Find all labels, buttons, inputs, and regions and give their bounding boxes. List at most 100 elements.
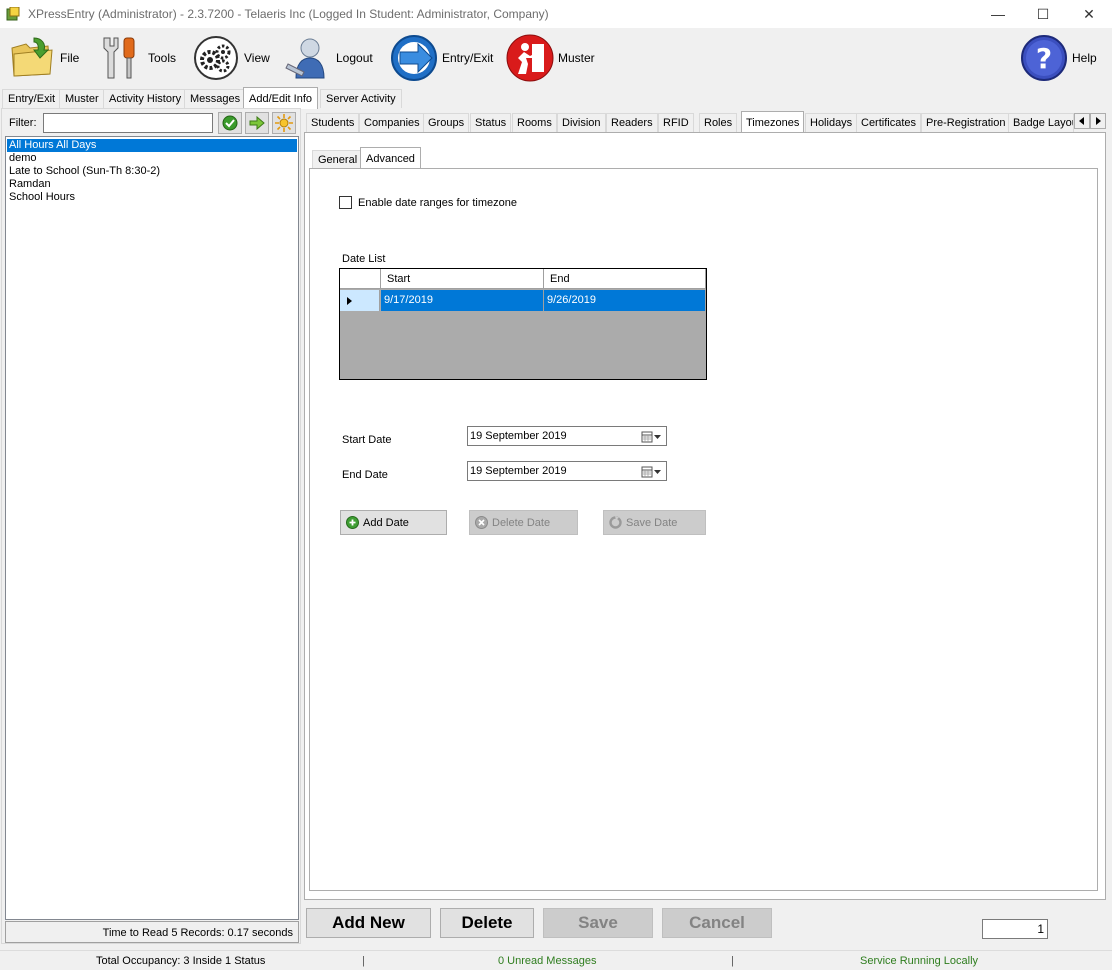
filter-input[interactable]	[43, 113, 213, 133]
tab-scroll-right[interactable]	[1090, 113, 1106, 129]
tab-rfid[interactable]: RFID	[658, 113, 694, 132]
end-date-picker[interactable]: 19 September 2019	[467, 461, 667, 481]
unread-messages-status[interactable]: 0 Unread Messages	[498, 955, 596, 967]
muster-button[interactable]: Muster	[506, 30, 595, 86]
tools-button[interactable]: Tools	[96, 30, 176, 86]
entry-exit-button[interactable]: Entry/Exit	[390, 30, 493, 86]
view-button[interactable]: View	[192, 30, 270, 86]
tools-label: Tools	[148, 51, 177, 65]
status-separator: |	[362, 955, 365, 967]
list-item[interactable]: School Hours	[7, 191, 75, 204]
apply-filter-button[interactable]	[218, 112, 242, 134]
tab-badge-layout[interactable]: Badge Layou	[1008, 113, 1074, 132]
tab-messages[interactable]: Messages	[184, 89, 247, 108]
end-date-label: End Date	[342, 469, 388, 481]
close-button[interactable]: ✕	[1066, 0, 1112, 28]
folder-icon	[11, 37, 53, 77]
svg-text:?: ?	[1036, 42, 1052, 75]
tools-icon	[103, 37, 135, 79]
entry-exit-arrow-icon	[391, 35, 437, 81]
service-status: Service Running Locally	[860, 955, 979, 967]
go-button[interactable]	[245, 112, 269, 134]
tab-muster[interactable]: Muster	[59, 89, 105, 108]
tab-division[interactable]: Division	[557, 113, 606, 132]
delete-date-label: Delete Date	[492, 516, 551, 529]
start-date-value: 19 September 2019	[470, 430, 567, 442]
refresh-icon	[609, 516, 622, 529]
help-icon: ?	[1021, 35, 1067, 81]
column-header-end[interactable]: End	[544, 269, 706, 289]
save-date-button[interactable]: Save Date	[603, 510, 706, 535]
arrow-right-small-icon	[1096, 117, 1101, 125]
read-time-text: Time to Read 5 Records: 0.17 seconds	[102, 927, 293, 939]
record-count-box[interactable]: 1	[982, 919, 1048, 939]
end-date-value: 19 September 2019	[470, 465, 567, 477]
tab-activity-history[interactable]: Activity History	[103, 89, 188, 108]
date-list-label: Date List	[342, 253, 386, 265]
title-bar: XPressEntry (Administrator) - 2.3.7200 -…	[0, 0, 1112, 28]
timezone-list[interactable]: All Hours All Days demo Late to School (…	[5, 136, 299, 920]
tab-general[interactable]: General	[312, 150, 364, 169]
tab-companies[interactable]: Companies	[359, 113, 425, 132]
check-icon	[222, 115, 238, 131]
calendar-dropdown-icon	[641, 430, 663, 443]
tab-readers[interactable]: Readers	[606, 113, 658, 132]
tab-scroll-left[interactable]	[1074, 113, 1090, 129]
help-button[interactable]: ? Help	[1020, 30, 1097, 86]
tab-rooms[interactable]: Rooms	[512, 113, 557, 132]
column-header-start[interactable]: Start	[381, 269, 544, 289]
logout-label: Logout	[336, 51, 373, 65]
app-icon	[6, 7, 20, 21]
file-label: File	[60, 51, 80, 65]
tab-students[interactable]: Students	[306, 113, 360, 132]
tab-entry-exit[interactable]: Entry/Exit	[2, 89, 62, 108]
tab-pre-registration[interactable]: Pre-Registration	[921, 113, 1011, 132]
add-icon	[346, 516, 359, 529]
tab-roles[interactable]: Roles	[699, 113, 738, 132]
window-title: XPressEntry (Administrator) - 2.3.7200 -…	[28, 7, 549, 21]
add-new-button[interactable]: Add New	[306, 908, 431, 938]
list-item[interactable]: All Hours All Days	[7, 139, 297, 152]
add-date-button[interactable]: Add Date	[340, 510, 447, 535]
list-item[interactable]: Late to School (Sun-Th 8:30-2)	[7, 165, 160, 178]
table-row[interactable]: 9/17/2019 9/26/2019	[340, 290, 706, 311]
start-cell[interactable]: 9/17/2019	[381, 290, 544, 311]
list-item[interactable]: demo	[7, 152, 37, 165]
arrow-right-icon	[249, 116, 265, 130]
tab-status[interactable]: Status	[470, 113, 512, 132]
new-item-button[interactable]	[272, 112, 296, 134]
tab-groups[interactable]: Groups	[423, 113, 470, 132]
enable-date-ranges-checkbox[interactable]	[339, 196, 352, 209]
delete-date-button[interactable]: Delete Date	[469, 510, 578, 535]
maximize-button[interactable]: ☐	[1020, 0, 1066, 28]
logout-button[interactable]: Logout	[284, 30, 373, 86]
delete-button[interactable]: Delete	[440, 908, 534, 938]
tab-server-activity[interactable]: Server Activity	[320, 89, 402, 108]
row-selector[interactable]	[340, 290, 380, 311]
tab-add-edit-info[interactable]: Add/Edit Info	[243, 87, 318, 109]
view-label: View	[244, 51, 270, 65]
status-separator: |	[731, 955, 734, 967]
date-list-grid[interactable]: Start End 9/17/2019 9/26/2019	[339, 268, 707, 380]
delete-icon	[475, 516, 488, 529]
occupancy-status: Total Occupancy: 3 Inside 1 Status	[96, 955, 266, 967]
row-header-corner	[340, 269, 381, 289]
calendar-dropdown-icon	[641, 465, 663, 478]
entry-exit-label: Entry/Exit	[442, 51, 494, 65]
file-button[interactable]: File	[8, 30, 79, 86]
tab-holidays[interactable]: Holidays	[805, 113, 858, 132]
minimize-button[interactable]: —	[975, 0, 1021, 28]
arrow-left-icon	[1079, 117, 1084, 125]
sparkle-icon	[275, 114, 293, 132]
end-cell[interactable]: 9/26/2019	[544, 290, 706, 311]
tab-advanced[interactable]: Advanced	[360, 147, 421, 169]
user-logout-icon	[285, 38, 325, 79]
tab-timezones[interactable]: Timezones	[741, 111, 805, 133]
list-item[interactable]: Ramdan	[7, 178, 51, 191]
cancel-button[interactable]: Cancel	[662, 908, 772, 938]
tab-certificates[interactable]: Certificates	[856, 113, 922, 132]
save-button[interactable]: Save	[543, 908, 653, 938]
gears-icon	[194, 36, 238, 80]
filter-label: Filter:	[9, 117, 37, 129]
start-date-picker[interactable]: 19 September 2019	[467, 426, 667, 446]
